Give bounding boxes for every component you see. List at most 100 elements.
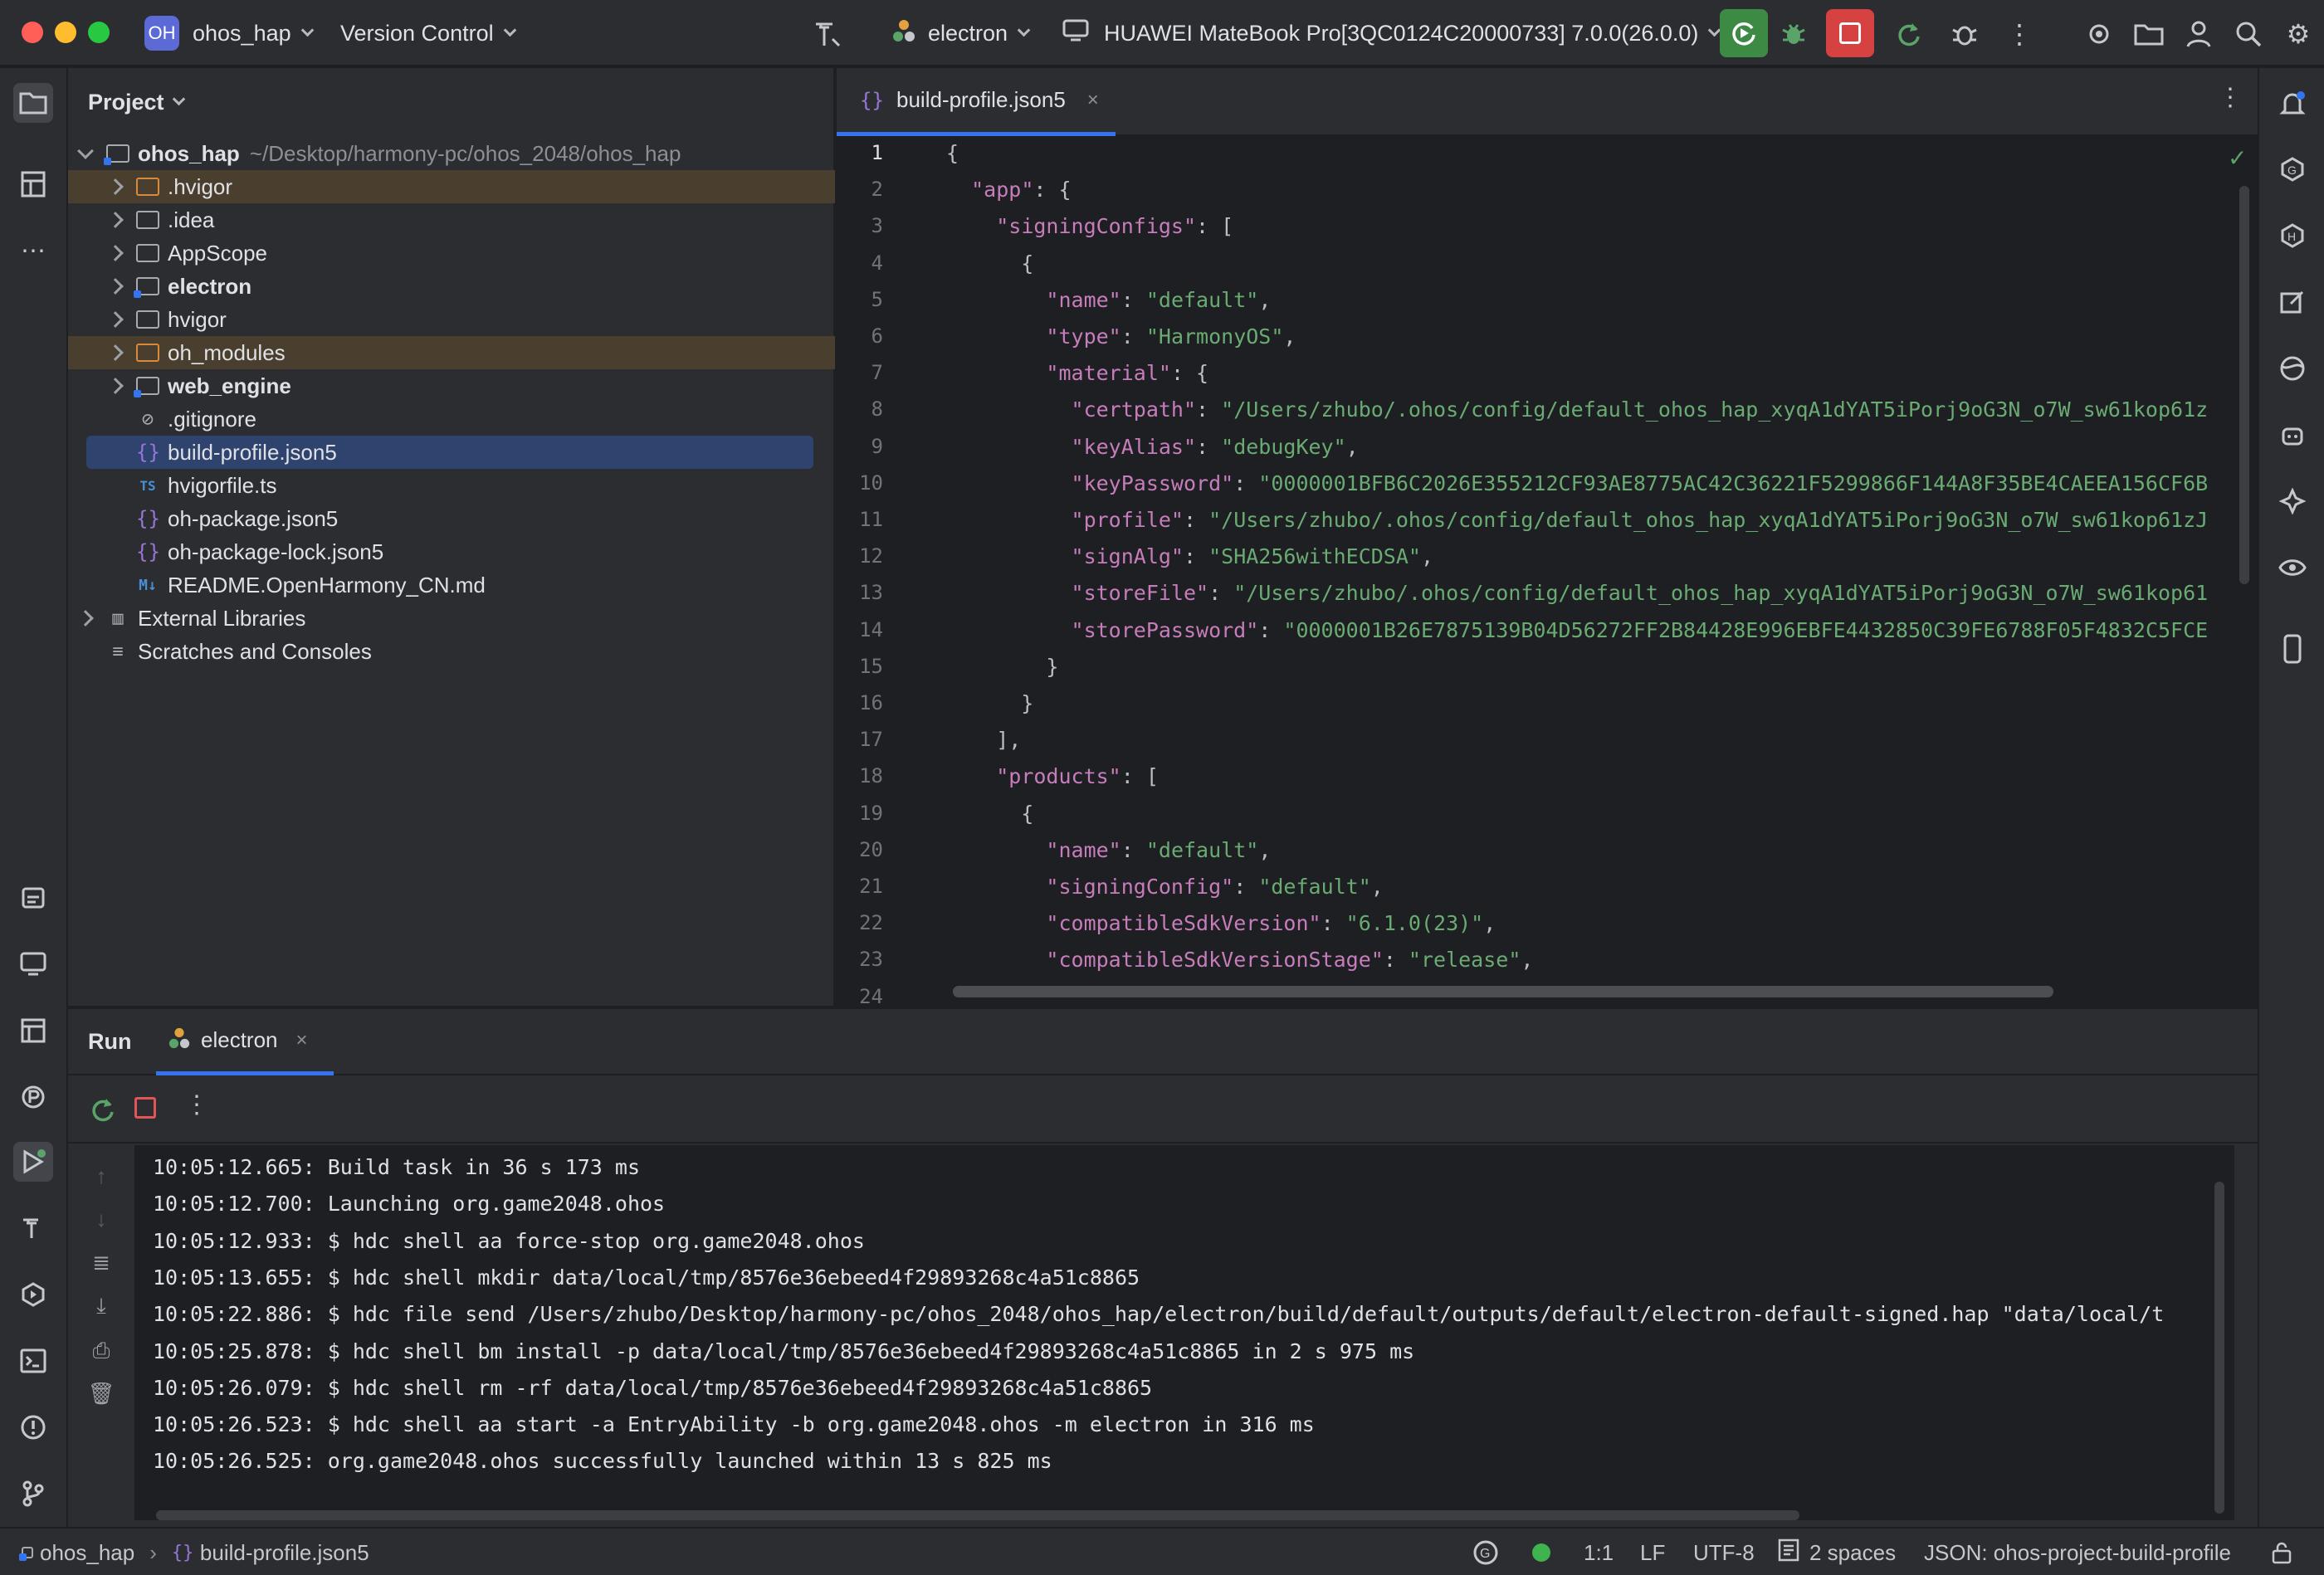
version-control-menu[interactable]: Version Control [340,0,516,66]
debug-icon[interactable] [1775,15,1813,53]
code-editor[interactable]: 1 2 3 4 5 6 7 8 9 10 11 12 13 14 15 16 17 18 19 20 21 22 23 24 … [837,136,2258,1006]
services-icon[interactable] [13,1275,53,1314]
caret-position[interactable]: 1:1 [1584,1529,1614,1575]
tree-item-oh-modules[interactable]: oh_modules [68,336,835,369]
left-tool-bar: ⋯ [0,68,68,1527]
globe-icon[interactable] [2273,349,2312,388]
problems-icon[interactable] [13,1407,53,1447]
project-folder-icon[interactable] [13,83,53,123]
ai-assistant-icon[interactable] [2273,481,2312,521]
tree-item-scratches[interactable]: ≡ Scratches and Consoles [68,635,835,668]
lock-icon[interactable] [2271,1529,2292,1575]
tree-item-hvigor[interactable]: hvigor [68,303,835,336]
json-file-icon: {} [136,540,160,563]
print-icon[interactable]: ⎙ [86,1338,116,1368]
robot-icon[interactable] [2273,415,2312,455]
tree-item-web-engine[interactable]: web_engine [68,369,835,402]
run-tool-icon[interactable] [13,1142,53,1182]
reload-changes-icon[interactable] [1889,15,1927,53]
line-separator[interactable]: LF [1640,1529,1665,1575]
tab-electron-run[interactable]: electron × [156,1009,334,1075]
more-tools-icon[interactable]: ⋯ [13,231,53,271]
layout-inspector-icon[interactable] [13,1011,53,1051]
indent-setting[interactable]: 2 spaces [1778,1529,1896,1575]
status-dot-icon[interactable] [1532,1529,1550,1575]
folder-icon[interactable] [2130,15,2168,53]
close-tab-icon[interactable]: × [296,1029,308,1052]
minimize-window-button[interactable] [55,22,76,43]
more-actions-icon[interactable]: ⋮ [2000,15,2038,53]
soft-wrap-icon[interactable]: ≣ [86,1250,116,1280]
ignore-file-icon: ⊘ [141,407,154,431]
edit-icon[interactable] [2273,282,2312,322]
target-icon[interactable] [2080,15,2118,53]
tree-item-gitignore[interactable]: ⊘ .gitignore [68,402,835,436]
copilot-status-icon[interactable]: G [1472,1529,1499,1575]
project-selector[interactable]: OH ohos_hap [144,0,314,66]
notifications-icon[interactable] [2273,85,2312,124]
account-icon[interactable] [2180,15,2218,53]
device-manager-icon[interactable] [13,944,53,984]
run-config-selector[interactable]: electron [891,0,1031,66]
horizontal-scrollbar[interactable] [953,986,2053,997]
build-hammer-icon[interactable] [808,15,847,53]
tree-item-hvigor-dir[interactable]: .hvigor [68,170,835,203]
structure-icon[interactable] [13,164,53,204]
run-tool-window: Run electron × ⋮ ↑ ↓ ≣ ⤓ ⎙ 🗑 10:05:12.66… [68,1007,2258,1529]
arrow-down-icon[interactable]: ↓ [86,1207,116,1236]
tree-item-external-libraries[interactable]: ▥ External Libraries [68,602,835,635]
rerun-button[interactable] [1720,9,1768,57]
code-line: "products": [ [996,764,1159,789]
line-number: 18 [859,764,883,788]
device-preview-icon[interactable] [2273,629,2312,669]
g-plugin-icon[interactable]: G [2273,149,2312,189]
close-window-button[interactable] [22,22,43,43]
more-actions-icon[interactable]: ⋮ [184,1090,209,1119]
tree-item-oh-package[interactable]: {} oh-package.json5 [68,502,835,535]
json-schema[interactable]: JSON: ohos-project-build-profile [1924,1529,2231,1575]
trash-icon[interactable]: 🗑 [86,1381,116,1411]
tree-item-appscope[interactable]: AppScope [68,236,835,270]
zoom-window-button[interactable] [88,22,110,43]
code-line: { [946,251,1034,276]
tree-item-readme[interactable]: M↓ README.OpenHarmony_CN.md [68,568,835,602]
tree-item-oh-package-lock[interactable]: {} oh-package-lock.json5 [68,535,835,568]
folder-icon [136,178,159,196]
console-horizontal-scrollbar[interactable] [156,1510,1799,1520]
arrow-up-icon[interactable]: ↑ [86,1163,116,1193]
tab-options-icon[interactable]: ⋮ [2218,83,2243,112]
build-tool-icon[interactable] [13,1208,53,1248]
tree-root[interactable]: ohos_hap ~/Desktop/harmony-pc/ohos_2048/… [68,137,835,170]
device-selector[interactable]: HUAWEI MateBook Pro[3QC0124C20000733] 7.… [1062,0,1721,66]
version-control-label: Version Control [340,20,494,46]
tree-item-electron[interactable]: electron [68,270,835,303]
file-encoding[interactable]: UTF-8 [1693,1529,1755,1575]
vertical-scrollbar[interactable] [2239,186,2249,584]
profiler-icon[interactable] [13,1077,53,1117]
h-plugin-icon[interactable]: H [2273,216,2312,256]
search-icon[interactable] [2229,15,2268,53]
project-badge: OH [144,16,179,51]
scroll-to-end-icon[interactable]: ⤓ [86,1293,116,1323]
gear-icon[interactable]: ⚙ [2279,15,2317,53]
terminal-icon[interactable] [13,1341,53,1381]
tree-item-build-profile[interactable]: {} build-profile.json5 [86,436,813,469]
console-output[interactable]: 10:05:12.665: Build task in 36 s 173 ms 1… [134,1145,2234,1520]
attach-debugger-icon[interactable] [1946,15,1984,53]
indent-label: 2 spaces [1809,1539,1897,1565]
tree-item-hvigorfile[interactable]: TS hvigorfile.ts [68,469,835,502]
breadcrumb-file[interactable]: build-profile.json5 [200,1540,369,1566]
console-vertical-scrollbar[interactable] [2214,1182,2224,1514]
tree-item-idea[interactable]: .idea [68,203,835,236]
todo-icon[interactable] [13,878,53,918]
project-panel-title[interactable]: Project [88,68,185,136]
rerun-icon[interactable] [88,1095,116,1128]
preview-eye-icon[interactable] [2273,548,2312,588]
git-branch-icon[interactable] [13,1474,53,1514]
stop-icon[interactable] [134,1097,156,1119]
stop-button[interactable] [1826,9,1874,57]
no-problems-check-icon[interactable]: ✓ [2228,144,2247,172]
breadcrumb-project[interactable]: ohos_hap [40,1540,134,1566]
close-tab-icon[interactable]: × [1087,89,1099,112]
tab-build-profile[interactable]: {} build-profile.json5 × [837,68,1116,136]
